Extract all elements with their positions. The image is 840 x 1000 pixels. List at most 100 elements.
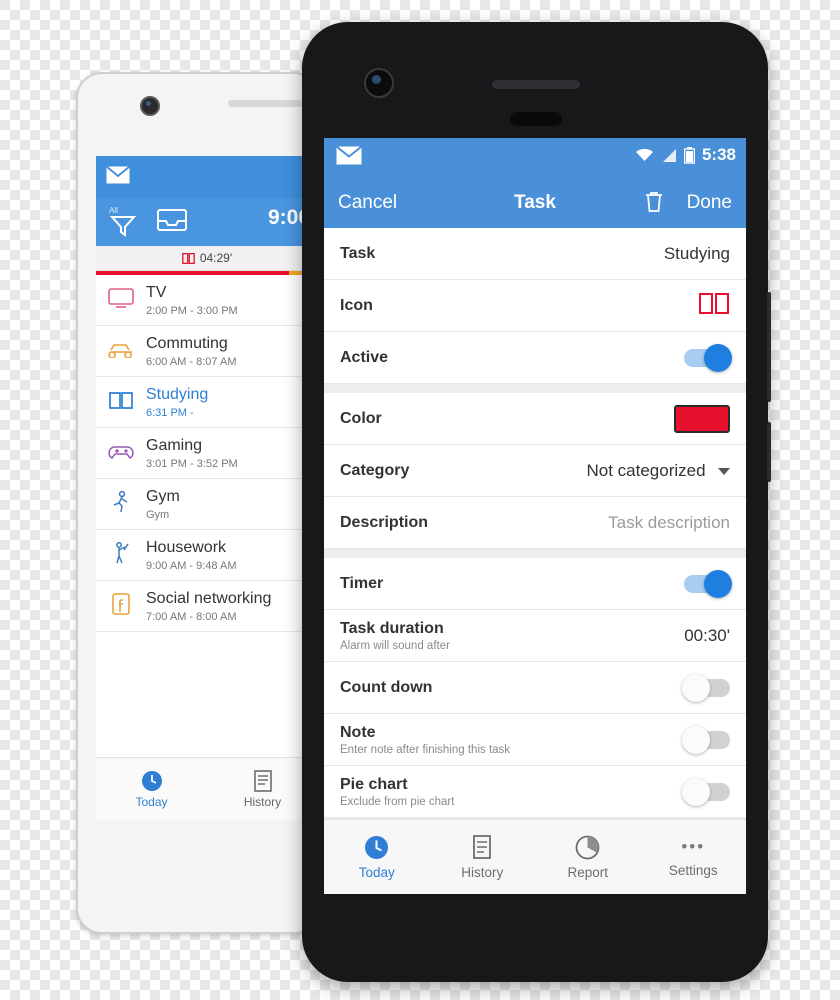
svg-text:All: All xyxy=(109,206,118,215)
list-item[interactable]: Commuting 6:00 AM - 8:07 AM xyxy=(96,326,318,377)
task-name: Studying xyxy=(146,386,209,403)
field-task[interactable]: Task Studying xyxy=(324,228,746,280)
pie-icon xyxy=(575,835,600,859)
nav-label: History xyxy=(243,794,282,809)
field-label: Pie chart xyxy=(340,775,408,793)
background-phone-device: All 9:00 04:29' TV 2:00 PM - 3:00 PM Com… xyxy=(76,72,320,934)
list-item[interactable]: Gaming 3:01 PM - 3:52 PM xyxy=(96,428,318,479)
list-item-selected[interactable]: Studying 6:31 PM - xyxy=(96,377,318,428)
field-note[interactable]: Note Enter note after finishing this tas… xyxy=(324,714,746,766)
countdown-toggle[interactable] xyxy=(682,673,730,702)
toggle-knob xyxy=(682,777,710,806)
field-timer[interactable]: Timer xyxy=(324,558,746,610)
cancel-button[interactable]: Cancel xyxy=(338,192,397,214)
field-icon[interactable]: Icon xyxy=(324,280,746,332)
volume-button[interactable] xyxy=(767,292,771,402)
field-subtitle: Exclude from pie chart xyxy=(340,795,455,808)
field-active[interactable]: Active xyxy=(324,332,746,384)
note-toggle[interactable] xyxy=(682,725,730,754)
nav-label: Settings xyxy=(668,863,718,878)
filter-icon[interactable]: All xyxy=(108,204,138,243)
clock-icon xyxy=(141,770,162,791)
proximity-sensor xyxy=(510,112,562,126)
battery-icon xyxy=(683,146,695,164)
field-label: Category xyxy=(340,461,410,479)
duration-value: 00:30' xyxy=(684,625,730,645)
mail-icon xyxy=(105,165,131,189)
housework-icon xyxy=(106,538,136,568)
task-name: Social networking xyxy=(146,590,272,607)
task-time: 3:01 PM - 3:52 PM xyxy=(146,458,238,470)
active-timer-bar[interactable]: 04:29' xyxy=(96,246,318,271)
nav-item-today[interactable]: Today xyxy=(324,820,430,894)
field-category[interactable]: Category Not categorized xyxy=(324,445,746,497)
field-label: Task duration xyxy=(340,619,444,637)
wifi-icon xyxy=(635,148,653,161)
progress-fill xyxy=(96,271,290,275)
task-name: Commuting xyxy=(146,335,228,352)
mail-icon xyxy=(335,145,363,170)
nav-label: History xyxy=(461,864,504,880)
description-input[interactable]: Task description xyxy=(608,513,730,533)
nav-item-report[interactable]: Report xyxy=(535,820,641,894)
active-toggle[interactable] xyxy=(684,343,732,372)
section-divider xyxy=(324,384,746,393)
field-label: Active xyxy=(340,348,389,366)
field-label: Task xyxy=(340,244,376,262)
bottom-nav-back: Today History xyxy=(96,757,318,820)
task-time: 9:00 AM - 9:48 AM xyxy=(146,560,237,572)
field-description[interactable]: Description Task description xyxy=(324,497,746,549)
field-pie-chart[interactable]: Pie chart Exclude from pie chart xyxy=(324,766,746,818)
status-clock: 5:38 xyxy=(701,145,736,164)
field-task-duration[interactable]: Task duration Alarm will sound after 00:… xyxy=(324,610,746,662)
field-label: Icon xyxy=(340,296,373,314)
clock-icon xyxy=(365,835,389,859)
tv-icon xyxy=(106,283,136,313)
field-subtitle: Alarm will sound after xyxy=(340,639,450,652)
list-item[interactable]: TV 2:00 PM - 3:00 PM xyxy=(96,275,318,326)
toggle-knob xyxy=(682,673,710,702)
done-button[interactable]: Done xyxy=(687,192,732,214)
list-icon xyxy=(473,834,492,859)
archive-icon[interactable] xyxy=(156,206,188,239)
task-name: Gym xyxy=(146,488,180,505)
task-time: Gym xyxy=(146,509,170,521)
pie-chart-toggle[interactable] xyxy=(682,777,730,806)
category-value: Not categorized xyxy=(586,460,706,480)
form-group-appearance: Color Category Not categorized Descripti… xyxy=(324,393,746,549)
chevron-down-icon[interactable] xyxy=(718,467,730,475)
color-swatch[interactable] xyxy=(674,404,730,433)
phone-bezel-bottom xyxy=(78,822,318,932)
list-item[interactable]: Gym Gym xyxy=(96,479,318,530)
field-label: Timer xyxy=(340,574,384,592)
task-name: Gaming xyxy=(146,437,203,454)
earpiece-speaker xyxy=(492,80,580,89)
status-bar-front: 5:38 xyxy=(324,138,746,178)
gamepad-icon xyxy=(106,436,136,466)
task-form: Task Studying Icon Active Color Category… xyxy=(324,228,746,844)
nav-item-history[interactable]: History xyxy=(430,820,536,894)
task-name: TV xyxy=(146,284,167,301)
toggle-knob xyxy=(704,343,732,372)
book-icon xyxy=(106,385,136,415)
field-color[interactable]: Color xyxy=(324,393,746,445)
list-item[interactable]: Social networking 7:00 AM - 8:00 AM xyxy=(96,581,318,632)
timer-toggle[interactable] xyxy=(684,569,732,598)
overflow-icon: ••• xyxy=(681,837,706,856)
field-label: Count down xyxy=(340,678,433,696)
active-timer-value: 04:29' xyxy=(199,251,233,265)
toggle-knob xyxy=(682,725,710,754)
foreground-phone-device: 5:38 Cancel Task Done Task Studying Icon… xyxy=(302,22,771,982)
trash-icon[interactable] xyxy=(644,190,664,219)
list-item[interactable]: Housework 9:00 AM - 9:48 AM xyxy=(96,530,318,581)
power-button[interactable] xyxy=(767,422,771,482)
form-group-general: Task Studying Icon Active xyxy=(324,228,746,384)
task-time: 7:00 AM - 8:00 AM xyxy=(146,611,237,623)
task-name: Housework xyxy=(146,539,227,556)
bottom-nav-front: Today History Report ••• Settings xyxy=(324,819,746,894)
nav-item-today-back[interactable]: Today xyxy=(96,758,207,820)
field-count-down[interactable]: Count down xyxy=(324,662,746,714)
task-list-back: TV 2:00 PM - 3:00 PM Commuting 6:00 AM -… xyxy=(96,275,318,632)
nav-item-settings[interactable]: ••• Settings xyxy=(641,820,747,894)
progress-fill-secondary xyxy=(289,271,303,275)
